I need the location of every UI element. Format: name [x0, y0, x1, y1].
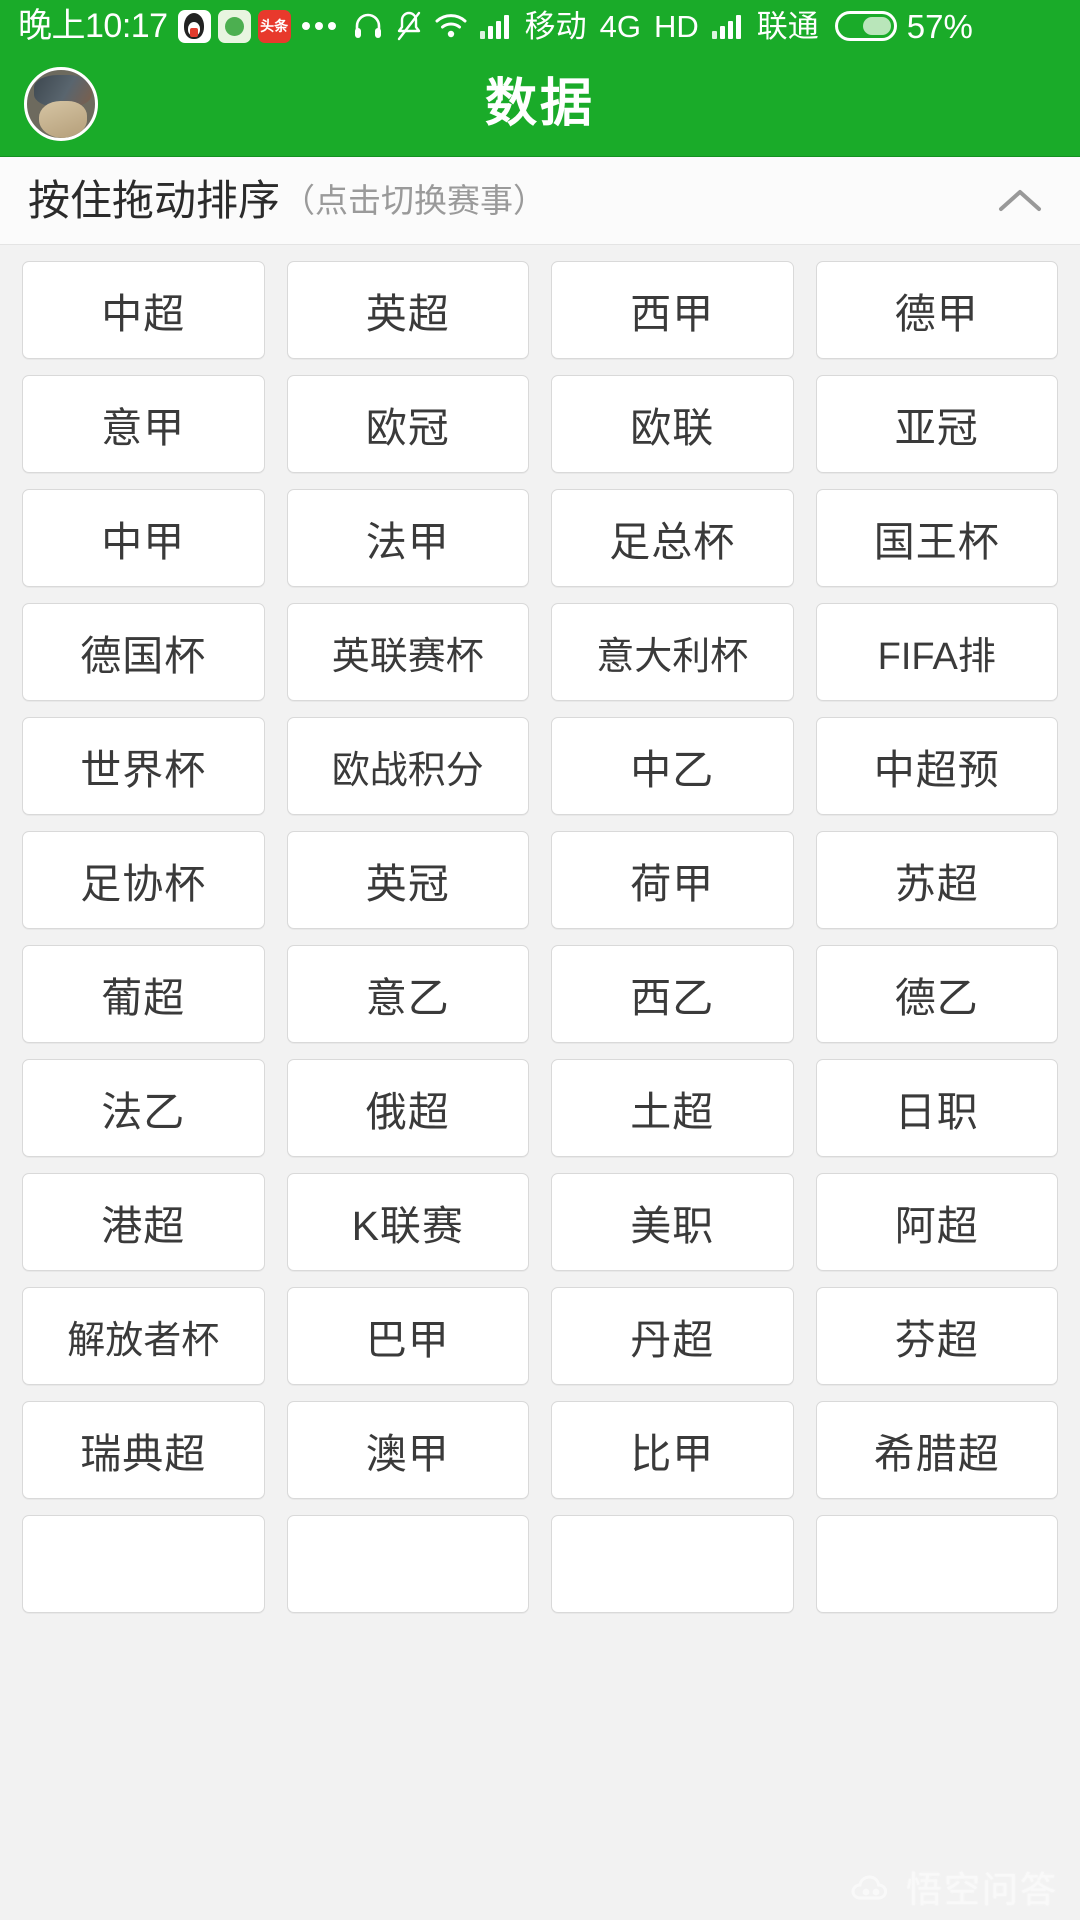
league-tile[interactable]: 解放者杯	[22, 1287, 265, 1385]
league-tile[interactable]: 欧战积分	[286, 717, 529, 815]
league-tile[interactable]	[551, 1515, 794, 1613]
league-tile[interactable]: FIFA排	[815, 603, 1058, 701]
league-tile[interactable]: 意乙	[286, 945, 529, 1043]
league-grid: 中超 英超 西甲 德甲意甲 欧冠 欧联 亚冠中甲 法甲 足总杯 国王杯德国杯 英联赛杯 意大利杯 FIF…	[22, 261, 1058, 1613]
league-tile[interactable]: K联赛	[286, 1173, 529, 1271]
league-tile[interactable]: 英联赛杯	[286, 603, 529, 701]
league-tile[interactable]: 亚冠	[815, 375, 1058, 473]
hd-label: HD	[653, 8, 699, 44]
league-tile[interactable]: 足协杯	[22, 831, 265, 929]
league-tile[interactable]: 中甲	[22, 489, 265, 587]
status-app-icons: 头条	[177, 9, 291, 43]
league-tile[interactable]: 葡超	[22, 945, 265, 1043]
league-grid-scroll[interactable]: 中超 英超 西甲 德甲意甲 欧冠 欧联 亚冠中甲 法甲 足总杯 国王杯德国杯 英联赛杯 意大利杯 FIF…	[0, 245, 1080, 1920]
sort-hint-sub-label: （点击切换赛事）	[282, 182, 547, 219]
league-tile[interactable]: 土超	[551, 1059, 794, 1157]
sort-hint-bar[interactable]: 按住拖动排序 （点击切换赛事）	[0, 157, 1080, 245]
league-tile[interactable]: 国王杯	[815, 489, 1058, 587]
app-root: 晚上10:17 头条 移动 4G HD 联通 57% 数据 按住拖动排序 （点击…	[0, 0, 1080, 1920]
league-tile[interactable]: 中超	[22, 261, 265, 359]
league-tile[interactable]: 德国杯	[22, 603, 265, 701]
league-tile[interactable]	[286, 1515, 529, 1613]
carrier-primary-label: 移动	[524, 8, 587, 44]
headset-icon	[353, 12, 383, 40]
more-dots-icon	[301, 22, 336, 30]
league-tile[interactable]: 希腊超	[815, 1401, 1058, 1499]
league-tile[interactable]: 法甲	[286, 489, 529, 587]
league-tile[interactable]	[815, 1515, 1058, 1613]
league-tile[interactable]: 中超预	[815, 717, 1058, 815]
league-tile[interactable]	[22, 1515, 265, 1613]
chevron-up-icon[interactable]	[994, 175, 1046, 227]
league-tile[interactable]: 德甲	[815, 261, 1058, 359]
league-tile[interactable]: 美职	[551, 1173, 794, 1271]
league-tile[interactable]: 日职	[815, 1059, 1058, 1157]
league-tile[interactable]: 英超	[286, 261, 529, 359]
league-tile[interactable]: 芬超	[815, 1287, 1058, 1385]
league-tile[interactable]: 西甲	[551, 261, 794, 359]
qq-icon	[177, 9, 211, 43]
sort-hint-main-label: 按住拖动排序	[28, 176, 281, 224]
league-tile[interactable]: 法乙	[22, 1059, 265, 1157]
battery-percent-label: 57%	[906, 7, 973, 45]
league-tile[interactable]: 意大利杯	[551, 603, 794, 701]
league-tile[interactable]: 欧联	[551, 375, 794, 473]
league-tile[interactable]: 俄超	[286, 1059, 529, 1157]
bell-muted-icon	[396, 11, 422, 41]
league-tile[interactable]: 荷甲	[551, 831, 794, 929]
league-tile[interactable]: 巴甲	[286, 1287, 529, 1385]
signal-bars-icon	[479, 13, 509, 39]
league-tile[interactable]: 英冠	[286, 831, 529, 929]
league-tile[interactable]: 中乙	[551, 717, 794, 815]
app-header: 数据	[0, 52, 1080, 157]
league-tile[interactable]: 意甲	[22, 375, 265, 473]
network-type-label: 4G	[599, 8, 641, 44]
league-tile[interactable]: 丹超	[551, 1287, 794, 1385]
league-tile[interactable]: 西乙	[551, 945, 794, 1043]
battery-icon	[834, 11, 897, 41]
league-tile[interactable]: 比甲	[551, 1401, 794, 1499]
league-tile[interactable]: 足总杯	[551, 489, 794, 587]
status-bar: 晚上10:17 头条 移动 4G HD 联通 57%	[0, 0, 1080, 52]
status-time: 晚上10:17	[18, 7, 168, 45]
league-tile[interactable]: 苏超	[815, 831, 1058, 929]
league-tile[interactable]: 阿超	[815, 1173, 1058, 1271]
signal-bars-icon-secondary	[711, 13, 741, 39]
wifi-icon	[435, 13, 467, 39]
league-tile[interactable]: 港超	[22, 1173, 265, 1271]
league-tile[interactable]: 澳甲	[286, 1401, 529, 1499]
toutiao-icon: 头条	[257, 9, 291, 43]
league-tile[interactable]: 瑞典超	[22, 1401, 265, 1499]
carrier-secondary-label: 联通	[756, 8, 819, 44]
league-tile[interactable]: 德乙	[815, 945, 1058, 1043]
wechat-green-icon	[217, 9, 251, 43]
user-avatar[interactable]	[24, 67, 98, 141]
page-title: 数据	[484, 75, 595, 133]
league-tile[interactable]: 欧冠	[286, 375, 529, 473]
league-tile[interactable]: 世界杯	[22, 717, 265, 815]
